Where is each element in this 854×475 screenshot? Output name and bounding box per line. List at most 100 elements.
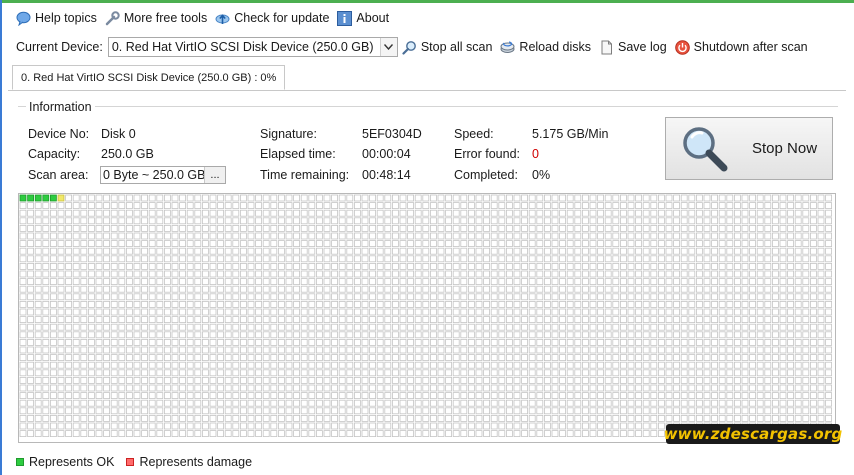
scan-block — [772, 270, 779, 278]
scan-block — [711, 278, 718, 285]
scan-block — [300, 361, 308, 369]
scan-block — [376, 202, 384, 210]
scan-block — [696, 369, 703, 377]
scan-block — [95, 217, 103, 225]
scan-block — [703, 369, 711, 377]
scan-block — [772, 263, 779, 270]
scan-block — [376, 232, 384, 240]
scan-block — [749, 414, 756, 422]
scan-block — [718, 217, 726, 225]
scan-block — [194, 209, 202, 217]
scan-block — [361, 224, 369, 232]
scan-block — [734, 293, 741, 301]
scan-block — [559, 376, 566, 384]
scan-block — [19, 422, 27, 430]
scan-block — [718, 209, 726, 217]
scan-block — [255, 346, 263, 354]
scan-block — [574, 384, 582, 392]
scan-block — [224, 399, 232, 407]
scan-block — [437, 407, 445, 415]
scan-block — [703, 301, 711, 308]
scan-block — [270, 240, 278, 247]
scan-block — [346, 316, 354, 323]
stop-all-scan-button[interactable]: Stop all scan — [402, 40, 493, 55]
scan-block — [779, 331, 787, 339]
scan-block — [194, 293, 202, 301]
scan-block — [300, 209, 308, 217]
scan-block — [186, 194, 194, 202]
scan-block — [80, 308, 88, 316]
scan-block — [407, 316, 415, 323]
window-left-edge — [0, 0, 2, 475]
scan-block — [19, 247, 27, 255]
scan-block — [72, 369, 80, 377]
scan-block — [673, 414, 680, 422]
device-select[interactable]: 0. Red Hat VirtIO SCSI Disk Device (250.… — [107, 37, 398, 57]
scan-block — [528, 194, 536, 202]
scan-block — [642, 232, 650, 240]
scan-block — [72, 278, 80, 285]
help-topics-button[interactable]: Help topics — [16, 11, 97, 26]
scan-block — [429, 430, 437, 438]
scan-block — [255, 263, 263, 270]
about-button[interactable]: About — [337, 10, 389, 26]
scan-block — [711, 293, 718, 301]
scan-block — [384, 376, 392, 384]
scan-block — [574, 399, 582, 407]
scan-block — [650, 346, 658, 354]
scan-block — [57, 240, 65, 247]
scan-block — [551, 217, 559, 225]
scan-block — [794, 346, 802, 354]
scan-block — [27, 285, 35, 293]
scan-block — [148, 278, 156, 285]
scan-block — [475, 338, 483, 346]
scan-block — [460, 369, 468, 377]
scan-block — [467, 301, 475, 308]
scan-block — [574, 278, 582, 285]
scan-block — [300, 369, 308, 377]
scan-block — [141, 323, 148, 331]
scan-block — [414, 407, 422, 415]
scan-block — [467, 331, 475, 339]
scan-block — [825, 338, 832, 346]
legend-ok-swatch — [16, 458, 24, 466]
scan-block — [604, 422, 612, 430]
tab-device-0[interactable]: 0. Red Hat VirtIO SCSI Disk Device (250.… — [12, 65, 286, 90]
stop-now-button[interactable]: Stop Now — [665, 117, 833, 180]
scan-block — [642, 217, 650, 225]
scan-block — [794, 194, 802, 202]
scan-block — [620, 346, 627, 354]
scan-block — [528, 240, 536, 247]
scan-block — [810, 407, 817, 415]
scan-block — [407, 407, 415, 415]
scan-block — [88, 369, 95, 377]
scan-block — [407, 301, 415, 308]
scan-block — [88, 323, 95, 331]
scan-block — [270, 422, 278, 430]
scan-area-browse-button[interactable]: ... — [204, 167, 225, 183]
shutdown-after-scan-button[interactable]: Shutdown after scan — [674, 39, 808, 55]
scan-block — [673, 384, 680, 392]
scan-block — [201, 194, 209, 202]
scan-block — [635, 232, 642, 240]
stop-all-scan-label: Stop all scan — [420, 40, 493, 54]
chevron-down-icon[interactable] — [379, 38, 397, 56]
scan-block — [148, 331, 156, 339]
scan-block — [323, 270, 331, 278]
check-for-update-button[interactable]: Check for update — [215, 11, 329, 26]
scan-block — [19, 263, 27, 270]
more-free-tools-button[interactable]: More free tools — [105, 10, 207, 26]
save-log-button[interactable]: Save log — [599, 40, 667, 55]
scan-block — [34, 384, 42, 392]
scan-block — [338, 247, 346, 255]
scan-area-field[interactable]: 0 Byte ~ 250.0 GB ... — [100, 166, 226, 184]
scan-block — [391, 361, 399, 369]
scan-block — [171, 338, 179, 346]
scan-block — [156, 293, 164, 301]
scan-block — [110, 369, 118, 377]
scan-block — [277, 278, 285, 285]
scan-block — [88, 316, 95, 323]
scan-block — [817, 194, 825, 202]
scan-block — [361, 331, 369, 339]
reload-disks-button[interactable]: Reload disks — [500, 40, 591, 55]
